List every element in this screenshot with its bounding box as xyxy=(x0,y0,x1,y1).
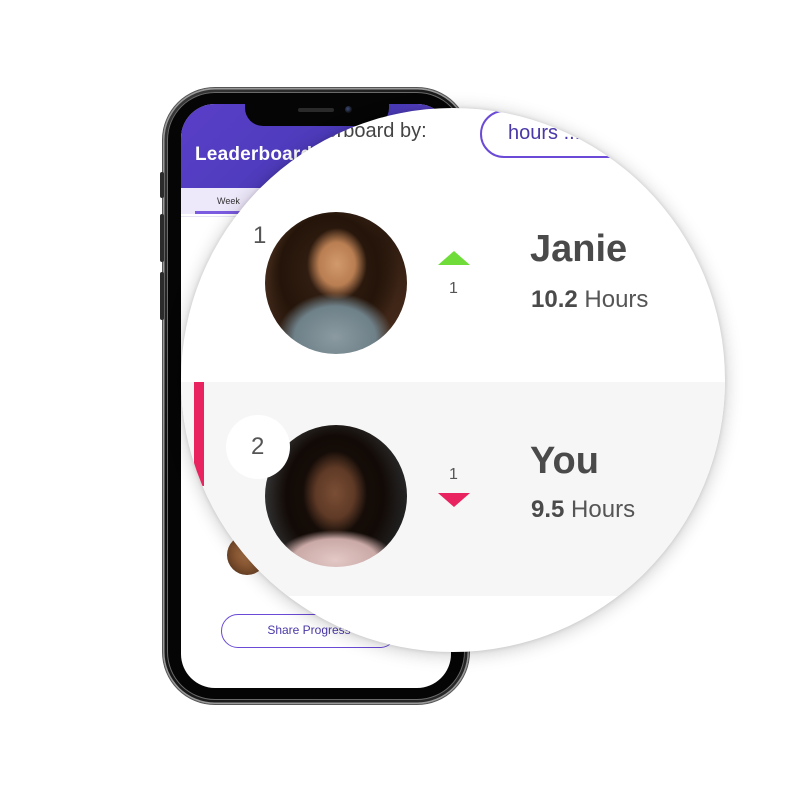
avatar xyxy=(265,212,407,354)
person-name: You xyxy=(530,440,599,482)
hours-number: 10.2 xyxy=(531,286,578,313)
triangle-up-icon xyxy=(438,251,470,265)
leaderboard-row-highlight xyxy=(181,382,725,596)
sort-select-value: hours ... xyxy=(508,122,581,144)
phone-volume-up-button xyxy=(160,214,164,262)
rank-change: 1 xyxy=(449,466,458,483)
person-name: Janie xyxy=(530,228,628,270)
hours-value: 10.2 Hours xyxy=(531,286,648,314)
hours-unit: Hours xyxy=(571,496,636,523)
phone-camera xyxy=(345,106,352,113)
zoom-magnifier: Leaderboard by: hours ... 1 1 Janie 10.2… xyxy=(181,108,725,652)
phone-speaker xyxy=(298,108,334,112)
rank-change: 1 xyxy=(449,280,458,297)
sort-select[interactable]: hours ... xyxy=(480,110,700,158)
hours-value: 9.5 Hours xyxy=(531,496,635,524)
hours-number: 9.5 xyxy=(531,496,565,523)
promo-canvas: Leaderboard Week Share Progress Leaderbo… xyxy=(0,0,800,800)
current-user-indicator xyxy=(194,382,204,486)
rank-number: 2 xyxy=(251,433,265,460)
rank-number: 1 xyxy=(253,222,267,249)
sort-label: Leaderboard by: xyxy=(281,120,427,142)
triangle-down-icon xyxy=(438,493,470,507)
tab-week[interactable]: Week xyxy=(217,196,240,206)
phone-volume-down-button xyxy=(160,272,164,320)
phone-side-button xyxy=(160,172,164,198)
hours-unit: Hours xyxy=(584,286,649,313)
